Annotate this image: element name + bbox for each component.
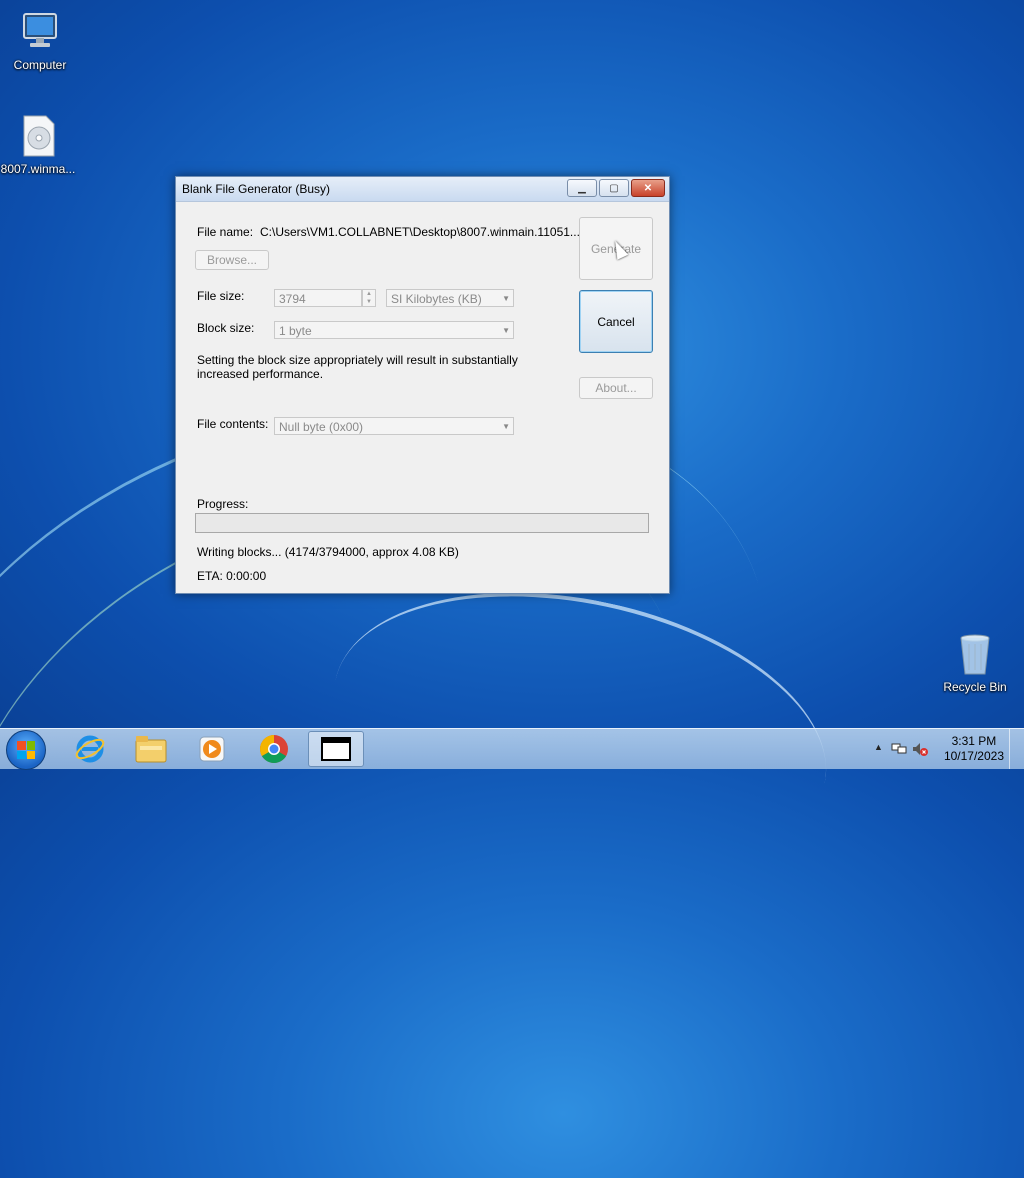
file-size-label: File size: [197, 289, 244, 303]
status-text: Writing blocks... (4174/3794000, approx … [197, 545, 459, 559]
file-contents-select[interactable]: Null byte (0x00) ▼ [274, 417, 514, 435]
minimize-icon: ▁ [578, 183, 586, 194]
file-name-value: C:\Users\VM1.COLLABNET\Desktop\8007.winm… [260, 225, 580, 239]
maximize-button[interactable]: ▢ [599, 179, 629, 197]
file-name-label: File name: [197, 225, 253, 239]
taskbar-item-file-explorer[interactable] [123, 731, 179, 767]
chevron-down-icon: ▼ [502, 290, 510, 308]
file-size-input[interactable]: 3794 [274, 289, 362, 307]
start-button[interactable] [6, 730, 46, 770]
taskbar-item-chrome[interactable] [246, 731, 302, 767]
block-size-select[interactable]: 1 byte ▼ [274, 321, 514, 339]
system-tray: ▲ 3:31 PM 10/17/2023 [864, 729, 1024, 769]
window-title: Blank File Generator (Busy) [182, 182, 330, 196]
clock[interactable]: 3:31 PM 10/17/2023 [944, 734, 1004, 764]
computer-icon [16, 8, 64, 56]
file-contents-value: Null byte (0x00) [279, 420, 363, 434]
app-window-icon [321, 737, 351, 761]
size-unit-select[interactable]: SI Kilobytes (KB) ▼ [386, 289, 514, 307]
size-unit-value: SI Kilobytes (KB) [391, 292, 482, 306]
show-desktop-button[interactable] [1009, 729, 1024, 769]
taskbar-item-media-player[interactable] [184, 731, 240, 767]
file-contents-label: File contents: [197, 417, 268, 431]
chevron-up-icon: ▲ [366, 291, 372, 297]
show-hidden-icons-icon[interactable]: ▲ [874, 742, 883, 752]
browse-button[interactable]: Browse... [195, 250, 269, 270]
taskbar-item-internet-explorer[interactable] [62, 731, 118, 767]
block-size-label: Block size: [197, 321, 254, 335]
about-button[interactable]: About... [579, 377, 653, 399]
disc-image-file-icon [14, 112, 62, 160]
desktop-icon-computer[interactable]: Computer [0, 8, 80, 72]
clock-date: 10/17/2023 [944, 749, 1004, 764]
maximize-icon: ▢ [609, 183, 618, 194]
close-button[interactable]: ✕ [631, 179, 665, 197]
progress-bar [195, 513, 649, 533]
file-explorer-icon [134, 734, 168, 764]
volume-muted-icon[interactable] [912, 741, 928, 757]
network-icon[interactable] [891, 741, 907, 757]
file-size-stepper[interactable]: ▲▼ [362, 289, 376, 307]
chevron-down-icon: ▼ [502, 418, 510, 436]
desktop-icon-label: Computer [0, 58, 80, 72]
taskbar: ▲ 3:31 PM 10/17/2023 [0, 728, 1024, 769]
block-size-hint: Setting the block size appropriately wil… [197, 353, 537, 381]
clock-time: 3:31 PM [944, 734, 1004, 749]
internet-explorer-icon [74, 733, 106, 765]
block-size-value: 1 byte [279, 324, 312, 338]
cancel-button[interactable]: Cancel [579, 290, 653, 353]
chevron-down-icon: ▼ [502, 322, 510, 340]
recycle-bin-icon [951, 630, 999, 678]
media-player-icon [197, 734, 227, 764]
blank-file-generator-window: Blank File Generator (Busy) ▁ ▢ ✕ File n… [175, 176, 670, 594]
chrome-icon [258, 733, 290, 765]
desktop-icon-disc-image[interactable]: 8007.winma... [0, 112, 78, 176]
taskbar-item-blank-file-generator[interactable] [308, 731, 364, 767]
windows-logo-icon [17, 741, 35, 759]
minimize-button[interactable]: ▁ [567, 179, 597, 197]
title-bar[interactable]: Blank File Generator (Busy) ▁ ▢ ✕ [176, 177, 669, 202]
desktop-icon-label: 8007.winma... [0, 162, 78, 176]
progress-label: Progress: [197, 497, 248, 511]
close-icon: ✕ [644, 183, 652, 194]
desktop-icon-label: Recycle Bin [935, 680, 1015, 694]
chevron-down-icon: ▼ [366, 299, 372, 305]
eta-text: ETA: 0:00:00 [197, 569, 266, 583]
desktop-icon-recycle-bin[interactable]: Recycle Bin [935, 630, 1015, 694]
